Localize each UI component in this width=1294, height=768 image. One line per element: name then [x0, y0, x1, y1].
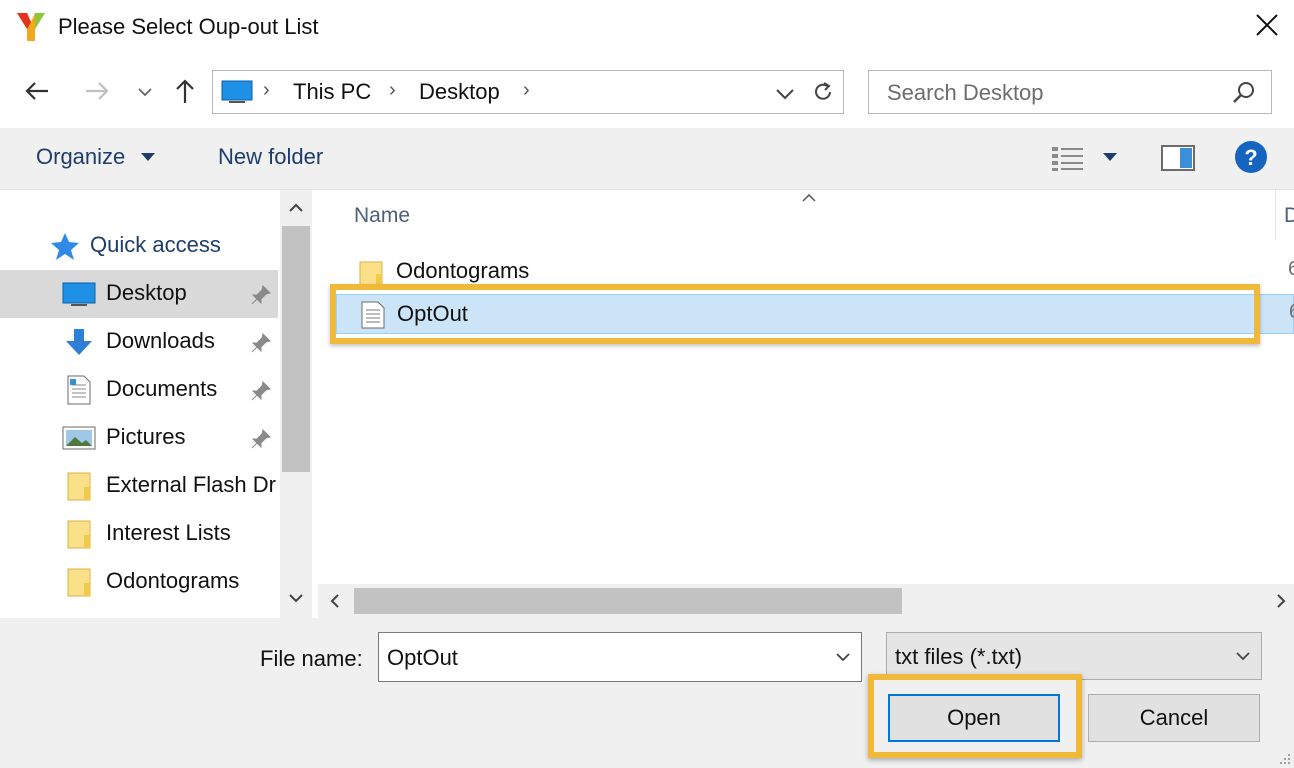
title-bar: Please Select Oup-out List	[0, 0, 1294, 56]
nav-item-label: Desktop	[106, 280, 187, 305]
view-options-caret-icon[interactable]	[1102, 152, 1118, 162]
search-input[interactable]: Search Desktop	[868, 70, 1272, 114]
scroll-down-arrow-icon[interactable]	[286, 588, 306, 608]
organize-caret-icon[interactable]	[140, 152, 156, 162]
desktop-icon	[62, 282, 96, 306]
chevron-down-icon[interactable]	[1233, 646, 1253, 666]
address-bar[interactable]: › This PC › Desktop ›	[212, 70, 804, 114]
nav-item-interest-lists[interactable]: Interest Lists	[0, 510, 278, 558]
close-icon[interactable]	[1252, 10, 1282, 40]
file-name-label: File name:	[260, 646, 363, 671]
nav-item-external-flash-drive[interactable]: External Flash Dr	[0, 462, 278, 510]
breadcrumb-chevron-icon[interactable]: ›	[263, 79, 270, 102]
help-icon[interactable]: ?	[1234, 140, 1268, 174]
nav-item-label: Odontograms	[106, 568, 240, 593]
file-list-pane: Name D Odontograms 6 OptOut 6	[318, 190, 1294, 618]
pin-icon[interactable]	[250, 332, 272, 354]
window-title: Please Select Oup-out List	[58, 14, 319, 39]
file-name: OptOut	[397, 301, 468, 326]
folder-icon	[67, 520, 91, 549]
file-row-optout[interactable]: OptOut 6	[336, 294, 1294, 334]
nav-item-desktop[interactable]: Desktop	[0, 270, 278, 318]
nav-item-label: Interest Lists	[106, 520, 231, 545]
picture-icon	[62, 426, 96, 450]
open-button[interactable]: Open	[888, 694, 1060, 742]
preview-pane-icon[interactable]	[1160, 142, 1196, 174]
up-arrow-icon[interactable]	[170, 76, 200, 106]
cancel-button[interactable]: Cancel	[1088, 694, 1260, 742]
folder-icon	[359, 261, 383, 286]
search-icon[interactable]	[1231, 80, 1257, 106]
breadcrumb-this-pc[interactable]: This PC	[293, 79, 371, 105]
file-name-input[interactable]: OptOut	[378, 632, 862, 682]
address-dropdown-icon[interactable]	[771, 79, 799, 107]
this-pc-icon	[221, 80, 253, 103]
refresh-icon	[815, 82, 831, 100]
folder-icon	[67, 472, 91, 501]
scroll-right-arrow-icon[interactable]	[1272, 592, 1290, 610]
download-arrow-icon	[66, 329, 92, 355]
forward-arrow-icon[interactable]	[82, 76, 112, 106]
file-list-horizontal-scrollbar[interactable]	[318, 584, 1294, 618]
svg-text:?: ?	[1244, 145, 1257, 170]
text-file-icon	[361, 301, 385, 329]
file-type-select[interactable]: txt files (*.txt)	[886, 632, 1262, 680]
file-list-scroll-thumb[interactable]	[354, 588, 902, 614]
document-icon	[67, 375, 91, 405]
nav-item-label: Downloads	[106, 328, 215, 353]
navigation-pane: Quick access Desktop Downloads Documents	[0, 190, 318, 618]
scroll-up-arrow-icon[interactable]	[286, 198, 306, 218]
file-name-value: OptOut	[387, 645, 458, 670]
column-header-date-modified[interactable]: D	[1284, 204, 1294, 228]
breadcrumb-desktop[interactable]: Desktop	[419, 79, 500, 105]
sort-ascending-icon	[802, 193, 816, 202]
app-logo-icon	[17, 13, 45, 41]
file-date-modified: 6	[1289, 301, 1294, 324]
command-toolbar: Organize New folder ?	[0, 128, 1294, 190]
search-placeholder: Search Desktop	[887, 80, 1044, 105]
resize-grip-icon[interactable]	[1276, 750, 1292, 766]
file-type-value: txt files (*.txt)	[895, 644, 1023, 669]
file-date-modified: 6	[1288, 258, 1294, 280]
column-header-name[interactable]: Name	[318, 190, 1276, 240]
pin-icon[interactable]	[250, 380, 272, 402]
column-name-label: Name	[354, 204, 411, 227]
recent-locations-chevron-icon[interactable]	[134, 76, 156, 106]
nav-vertical-scrollbar[interactable]	[280, 190, 312, 618]
nav-item-pictures[interactable]: Pictures	[0, 414, 278, 462]
file-name: Odontograms	[396, 258, 530, 283]
folder-icon	[67, 568, 91, 597]
breadcrumb-chevron-icon[interactable]: ›	[389, 79, 396, 102]
nav-item-label: External Flash Dr	[106, 472, 276, 497]
nav-scroll-thumb[interactable]	[282, 226, 310, 472]
pin-icon[interactable]	[250, 428, 272, 450]
nav-item-label: Documents	[106, 376, 218, 401]
quick-access-label: Quick access	[90, 232, 221, 257]
pin-icon[interactable]	[250, 284, 272, 306]
back-arrow-icon[interactable]	[22, 76, 52, 106]
dialog-footer: File name: OptOut txt files (*.txt) Open…	[0, 618, 1294, 768]
new-folder-button[interactable]: New folder	[218, 144, 323, 170]
nav-item-documents[interactable]: Documents	[0, 366, 278, 414]
breadcrumb-chevron-icon[interactable]: ›	[523, 79, 530, 102]
organize-button[interactable]: Organize	[36, 144, 125, 170]
star-icon	[51, 233, 79, 260]
nav-item-label: Pictures	[106, 424, 186, 449]
address-row: › This PC › Desktop › Search Desktop	[0, 56, 1294, 128]
chevron-down-icon[interactable]	[833, 647, 853, 667]
view-details-icon[interactable]	[1050, 144, 1086, 172]
file-row-odontograms[interactable]: Odontograms 6	[336, 252, 1294, 292]
nav-quick-access[interactable]: Quick access	[0, 222, 278, 270]
nav-item-odontograms[interactable]: Odontograms	[0, 558, 278, 606]
refresh-button[interactable]	[802, 70, 844, 114]
nav-item-downloads[interactable]: Downloads	[0, 318, 278, 366]
scroll-left-arrow-icon[interactable]	[326, 592, 344, 610]
